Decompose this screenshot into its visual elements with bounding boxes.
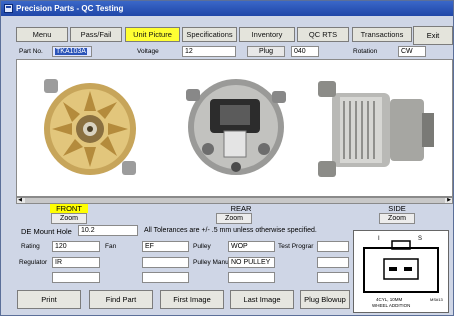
tab-specifications[interactable]: Specifications — [182, 27, 237, 42]
rear-view-image — [164, 61, 310, 195]
test-program-field[interactable] — [317, 241, 349, 252]
zoom-side-button[interactable]: Zoom — [379, 213, 415, 224]
zoom-rear-button[interactable]: Zoom — [216, 213, 252, 224]
window-title: Precision Parts - QC Testing — [16, 4, 124, 13]
tab-pass-fail[interactable]: Pass/Fail — [70, 27, 122, 42]
plug-caption-line1: 4CYL, 10MM — [376, 297, 403, 302]
tab-transactions[interactable]: Transactions — [352, 27, 412, 42]
regulator-field[interactable]: IR — [52, 257, 100, 268]
last-image-button[interactable]: Last Image — [230, 290, 294, 309]
de-mount-hole-field[interactable]: 10.2 — [78, 225, 138, 236]
unit-photo-strip — [16, 59, 453, 197]
rear-view-caption: REAR — [230, 204, 252, 213]
pin-label-s: S — [418, 236, 422, 242]
find-part-button[interactable]: Find Part — [89, 290, 153, 309]
pulley-manuf-label: Pulley Manuf — [193, 259, 231, 266]
front-view-image — [18, 61, 164, 195]
voltage-label: Voltage — [137, 48, 159, 55]
tab-unit-picture[interactable]: Unit Picture — [125, 27, 180, 42]
plug-caption-line2: WHEEL ADDITION — [372, 303, 410, 308]
front-view-photo — [18, 61, 164, 195]
scroll-left-icon[interactable]: ◀ — [17, 197, 23, 203]
part-no-field[interactable]: TKA103A — [52, 46, 92, 57]
zoom-front-button[interactable]: Zoom — [51, 213, 87, 224]
application-window: Precision Parts - QC Testing Menu Pass/F… — [0, 0, 454, 316]
plug-blowup-button[interactable]: Plug Blowup — [300, 290, 350, 309]
tab-inventory[interactable]: Inventory — [239, 27, 295, 42]
pulley-field[interactable]: WOP — [228, 241, 275, 252]
first-image-button[interactable]: First Image — [160, 290, 224, 309]
plug-pin-left — [389, 267, 397, 271]
pulley-label: Pulley — [193, 243, 211, 250]
tab-qc-rts[interactable]: QC RTS — [297, 27, 349, 42]
rotation-label: Rotation — [353, 48, 378, 55]
regulator-extra-field[interactable] — [52, 272, 100, 283]
plug-field[interactable]: 040 — [291, 46, 319, 57]
side-view-caption: SIDE — [388, 204, 406, 213]
plug-code: MS#13 — [430, 297, 443, 302]
side-view-image — [310, 61, 452, 195]
part-no-label: Part No. — [19, 48, 43, 55]
rating-label: Rating — [21, 243, 40, 250]
rotation-field[interactable]: CW — [398, 46, 426, 57]
front-view-caption: FRONT — [50, 204, 88, 213]
photo-horizontal-scrollbar[interactable]: ◀ ▶ — [16, 197, 453, 204]
test-program-extra-field[interactable] — [317, 257, 349, 268]
fan-extra-field[interactable] — [142, 257, 189, 268]
exit-button[interactable]: Exit — [413, 26, 453, 45]
test-program-extra-field-2[interactable] — [317, 272, 349, 283]
pulley-extra-field[interactable] — [228, 272, 275, 283]
plug-label: Plug — [247, 46, 285, 57]
test-program-label: Test Prograr — [278, 243, 314, 250]
title-bar: Precision Parts - QC Testing — [1, 1, 453, 16]
plug-diagram-drawing: I S 4CYL, 10MM WHEEL ADDITION MS#13 — [354, 231, 448, 312]
plug-diagram[interactable]: I S 4CYL, 10MM WHEEL ADDITION MS#13 — [353, 230, 449, 313]
fan-field[interactable]: EF — [142, 241, 189, 252]
de-mount-hole-label: DE Mount Hole — [21, 227, 72, 236]
tab-menu[interactable]: Menu — [16, 27, 68, 42]
side-view-photo — [310, 61, 452, 195]
fan-extra-field-2[interactable] — [142, 272, 189, 283]
plug-pin-right — [404, 267, 412, 271]
regulator-label: Regulator — [19, 259, 48, 266]
tab-bar: Menu Pass/Fail Unit Picture Specificatio… — [16, 27, 448, 43]
tolerance-note: All Tolerances are +/- .5 mm unless othe… — [144, 227, 317, 234]
scroll-right-icon[interactable]: ▶ — [446, 197, 452, 203]
pulley-manuf-field[interactable]: NO PULLEY — [228, 257, 275, 268]
print-button[interactable]: Print — [17, 290, 81, 309]
fan-label: Fan — [105, 243, 117, 250]
rating-field[interactable]: 120 — [52, 241, 100, 252]
app-icon — [4, 4, 13, 13]
voltage-field[interactable]: 12 — [182, 46, 236, 57]
part-no-value: TKA103A — [55, 48, 87, 55]
rear-view-photo — [164, 61, 310, 195]
scroll-thumb[interactable] — [25, 198, 445, 203]
